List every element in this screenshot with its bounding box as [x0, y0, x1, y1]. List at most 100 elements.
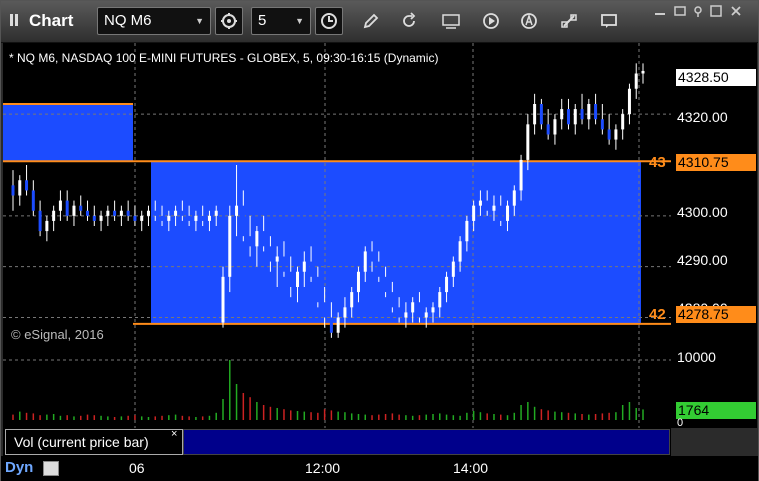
chart-window: Chart NQ M6 ▼ 5 ▼ * NQ M6, NASDAQ 100 E-… — [0, 0, 759, 481]
candle-body — [160, 215, 164, 221]
candle-body — [235, 205, 239, 216]
candle-body — [566, 109, 570, 125]
restore-icon[interactable] — [673, 5, 687, 17]
candle-body — [323, 302, 327, 318]
candle-body — [268, 246, 272, 262]
candle-body — [201, 215, 205, 221]
candle-body — [458, 241, 462, 262]
level-43-price-label: 4310.75 — [676, 154, 756, 171]
current-volume-label: 1764 — [676, 402, 756, 419]
draw-button[interactable] — [361, 11, 381, 31]
candle-body — [600, 119, 604, 130]
link-button[interactable] — [559, 11, 579, 31]
candle-body — [11, 185, 15, 196]
candle-body — [282, 256, 286, 272]
volume-study-close-icon[interactable]: × — [171, 428, 177, 440]
interval-selector[interactable]: 5 ▼ — [251, 7, 311, 35]
candle-body — [580, 109, 584, 120]
price-tick-label: 4320.00 — [677, 109, 728, 125]
candle-body — [377, 261, 381, 277]
price-tick-label: 4300.00 — [677, 204, 728, 220]
candle-body — [553, 119, 557, 135]
candle-body — [106, 210, 110, 216]
level-43-label: 43 — [649, 154, 666, 171]
candle-body — [86, 210, 90, 216]
candle-body — [113, 210, 117, 216]
volume-study-label[interactable]: Vol (current price bar) — [5, 429, 183, 455]
candle-body — [65, 200, 69, 216]
candle-body — [485, 200, 489, 211]
price-axis[interactable]: 4320.00 4300.00 4290.00 4280.00 4328.50 … — [671, 43, 757, 429]
candle-body — [187, 215, 191, 221]
candle-body — [634, 73, 638, 89]
symbol-description: * NQ M6, NASDAQ 100 E-MINI FUTURES - GLO… — [9, 51, 439, 65]
price-chart[interactable]: * NQ M6, NASDAQ 100 E-MINI FUTURES - GLO… — [3, 43, 671, 348]
candle-body — [417, 302, 421, 318]
candle-body — [506, 205, 510, 221]
get-icon — [442, 14, 460, 29]
time-button[interactable] — [315, 7, 343, 35]
candle-body — [512, 190, 516, 206]
candle-body — [356, 271, 360, 293]
candle-body — [228, 215, 232, 277]
candle-body — [302, 261, 306, 272]
candle-body — [350, 292, 354, 308]
get-data-button[interactable] — [441, 11, 461, 31]
candle-body — [424, 312, 428, 318]
candle-body — [526, 124, 530, 160]
prior-zone — [3, 104, 133, 162]
candle-body — [573, 109, 577, 125]
candle-body — [343, 307, 347, 318]
pin-icon[interactable] — [691, 5, 705, 17]
candle-body — [546, 124, 550, 135]
candle-body — [519, 159, 523, 191]
candle-body — [607, 129, 611, 140]
close-icon[interactable] — [729, 5, 743, 17]
candle-body — [384, 276, 388, 293]
candle-body — [72, 205, 76, 216]
candle-body — [79, 205, 83, 211]
play-button[interactable] — [481, 11, 501, 31]
candle-body — [560, 109, 564, 120]
volume-panel[interactable] — [3, 348, 671, 428]
chat-button[interactable] — [599, 11, 619, 31]
candle-body — [316, 276, 320, 303]
level-42-price-label: 4278.75 — [676, 306, 756, 323]
candle-body — [45, 220, 49, 232]
candle-body — [431, 307, 435, 313]
candle-body — [641, 70, 645, 74]
study-input-area[interactable] — [183, 429, 670, 455]
maximize-icon[interactable] — [709, 5, 723, 17]
symbol-value: NQ M6 — [104, 12, 152, 29]
candle-body — [296, 271, 300, 287]
candle-body — [594, 104, 598, 120]
time-axis[interactable]: Dyn 06 12:00 14:00 — [1, 456, 758, 481]
candle-body — [52, 210, 56, 221]
title-bar: Chart NQ M6 ▼ 5 ▼ — [1, 1, 758, 43]
candle-body — [133, 215, 137, 221]
candle-body — [255, 231, 259, 247]
candle-body — [25, 180, 29, 191]
lock-icon[interactable] — [43, 461, 59, 476]
pencil-icon — [363, 13, 379, 29]
candle-body — [18, 180, 22, 196]
chat-icon — [601, 14, 617, 28]
cursor-button[interactable] — [519, 11, 539, 31]
candle-body — [587, 104, 591, 120]
dynamic-toggle[interactable]: Dyn — [5, 459, 33, 476]
candle-body — [174, 210, 178, 216]
candle-body — [472, 205, 476, 221]
minimize-icon[interactable] — [653, 5, 667, 17]
chevron-down-icon: ▼ — [195, 16, 204, 26]
symbol-selector[interactable]: NQ M6 ▼ — [97, 7, 211, 35]
settings-button[interactable] — [215, 7, 243, 35]
candle-body — [262, 231, 266, 247]
candle-body — [627, 88, 631, 115]
candle-body — [58, 200, 62, 211]
refresh-button[interactable] — [399, 11, 419, 31]
candle-body — [248, 236, 252, 247]
candle-body — [140, 215, 144, 221]
candle-body — [153, 210, 157, 216]
clock-icon — [321, 13, 337, 29]
candle-body — [363, 251, 367, 272]
